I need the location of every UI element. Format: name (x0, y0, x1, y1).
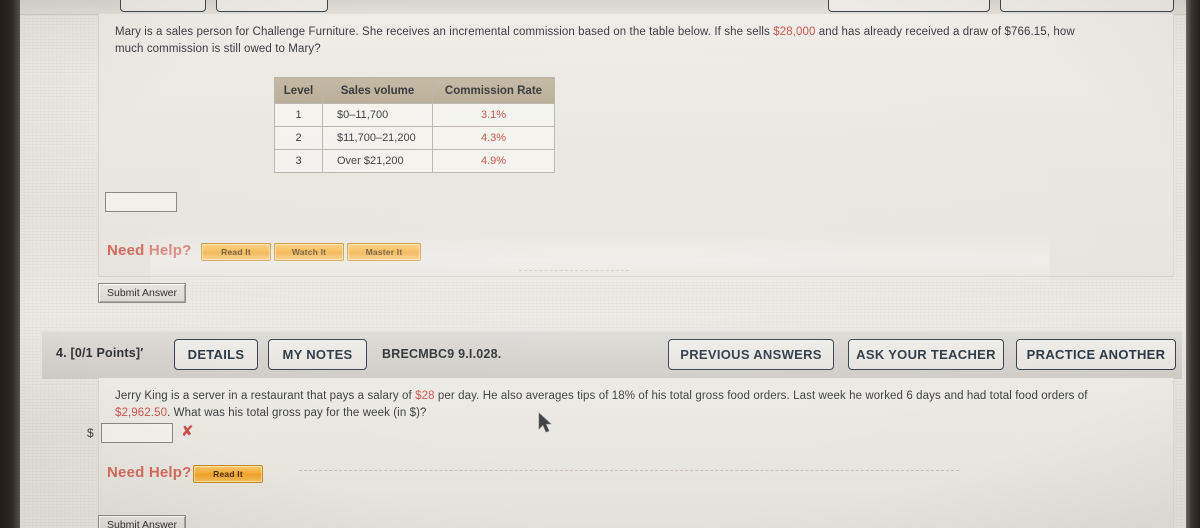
read-it-button[interactable]: Read It (193, 465, 263, 483)
photo-left-edge (0, 0, 20, 528)
paper-crease (299, 470, 959, 471)
cell-volume: Over $21,200 (322, 149, 433, 173)
question-4-code: BRECMBC9 9.I.028. (382, 347, 502, 361)
question-4-card: Jerry King is a server in a restaurant t… (87, 378, 1174, 528)
question-3-prompt: Mary is a sales person for Challenge Fur… (115, 24, 1155, 58)
mouse-cursor (538, 412, 552, 433)
table-header-row: Level Sales volume Commission Rate (274, 77, 555, 104)
question-3-prompt-part-1: Mary is a sales person for Challenge Fur… (115, 26, 774, 38)
my-notes-button[interactable]: MY NOTES (268, 339, 367, 370)
master-it-button[interactable]: Master It (347, 243, 421, 261)
table-row: 2 $11,700–21,200 4.3% (274, 126, 555, 150)
paper-crease (519, 270, 629, 271)
table-row: 3 Over $21,200 4.9% (274, 149, 555, 173)
question-4-header: 4. [0/1 Points]′ DETAILS MY NOTES BRECMB… (42, 331, 1182, 379)
cell-volume: $0–11,700 (322, 103, 433, 127)
question-3-prompt-part-3: much commission is still owed to Mary? (115, 43, 321, 55)
top-button-4[interactable] (1000, 0, 1174, 12)
top-button-3[interactable] (828, 0, 990, 12)
question-4-answer-input[interactable] (101, 423, 173, 443)
question-4-need-help-label: Need Help? (107, 464, 192, 481)
question-3-prompt-part-2: and has already received a draw of $766.… (815, 26, 1075, 38)
column-header-sales-volume: Sales volume (322, 77, 433, 104)
cell-level: 2 (274, 126, 323, 150)
previous-answers-button[interactable]: PREVIOUS ANSWERS (668, 339, 834, 370)
read-it-button[interactable]: Read It (201, 243, 271, 261)
cell-level: 3 (274, 149, 323, 173)
question-4-prompt-part-1: Jerry King is a server in a restaurant t… (115, 390, 416, 402)
question-4-points-label: 4. [0/1 Points]′ (56, 346, 144, 360)
ask-your-teacher-button[interactable]: ASK YOUR TEACHER (848, 339, 1004, 370)
question-3-answer-input[interactable] (105, 192, 177, 212)
table-row: 1 $0–11,700 3.1% (274, 103, 555, 127)
question-4-currency-symbol: $ (87, 426, 94, 440)
cell-rate: 4.3% (432, 126, 555, 150)
commission-rate-table: Level Sales volume Commission Rate 1 $0–… (274, 77, 555, 173)
cell-volume: $11,700–21,200 (322, 126, 433, 150)
watch-it-button[interactable]: Watch It (274, 243, 344, 261)
question-4-food-orders-amount: $2,962.50 (115, 407, 168, 419)
question-3-card: Mary is a sales person for Challenge Fur… (98, 14, 1174, 277)
column-header-commission-rate: Commission Rate (432, 77, 555, 104)
cell-rate: 4.9% (432, 149, 555, 173)
cell-rate: 3.1% (432, 103, 555, 127)
question-4-salary-amount: $28 (415, 390, 435, 402)
column-header-level: Level (274, 77, 323, 104)
incorrect-x-icon: ✘ (181, 422, 194, 440)
top-toolbar-strip (20, 0, 1186, 15)
practice-another-button[interactable]: PRACTICE ANOTHER (1016, 339, 1176, 370)
question-4-prompt-part-2: per day. He also averages tips of (434, 390, 612, 402)
top-button-2[interactable] (216, 0, 328, 12)
question-3-sales-amount: $28,000 (773, 26, 816, 38)
top-button-1[interactable] (120, 0, 206, 12)
cell-level: 1 (274, 103, 323, 127)
question-4-prompt: Jerry King is a server in a restaurant t… (115, 388, 1165, 422)
details-button[interactable]: DETAILS (174, 339, 258, 370)
photographed-screen: Mary is a sales person for Challenge Fur… (0, 0, 1200, 528)
question-3-submit-answer-button[interactable]: Submit Answer (98, 283, 186, 303)
question-4-submit-answer-button[interactable]: Submit Answer (98, 515, 186, 528)
question-4-prompt-part-3: of his total gross food orders. Last wee… (635, 390, 1088, 402)
question-4-tip-percent: 18% (611, 390, 636, 402)
question-4-prompt-part-4: . What was his total gross pay for the w… (167, 407, 427, 419)
photo-right-edge (1186, 0, 1200, 528)
question-3-need-help-label: Need Help? (107, 242, 192, 259)
